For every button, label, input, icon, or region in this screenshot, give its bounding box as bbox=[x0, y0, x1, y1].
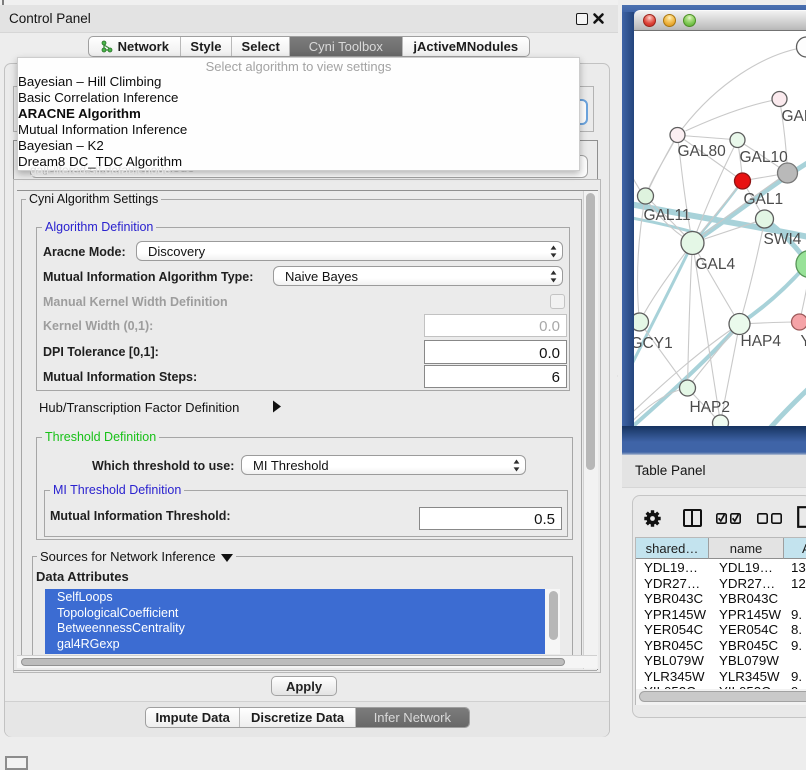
svg-text:GAL4: GAL4 bbox=[696, 256, 736, 273]
svg-text:HAP4: HAP4 bbox=[741, 333, 782, 350]
svg-text:GAL1: GAL1 bbox=[744, 191, 784, 208]
svg-text:GAL10: GAL10 bbox=[740, 149, 789, 166]
svg-text:GAL2: GAL2 bbox=[782, 108, 806, 125]
svg-text:GCY1: GCY1 bbox=[634, 335, 673, 352]
svg-text:HAP2: HAP2 bbox=[690, 399, 731, 416]
svg-text:GAL80: GAL80 bbox=[678, 143, 727, 160]
svg-text:SWI4: SWI4 bbox=[764, 231, 802, 248]
svg-text:Y: Y bbox=[801, 333, 806, 350]
svg-text:GAL11: GAL11 bbox=[644, 207, 691, 224]
